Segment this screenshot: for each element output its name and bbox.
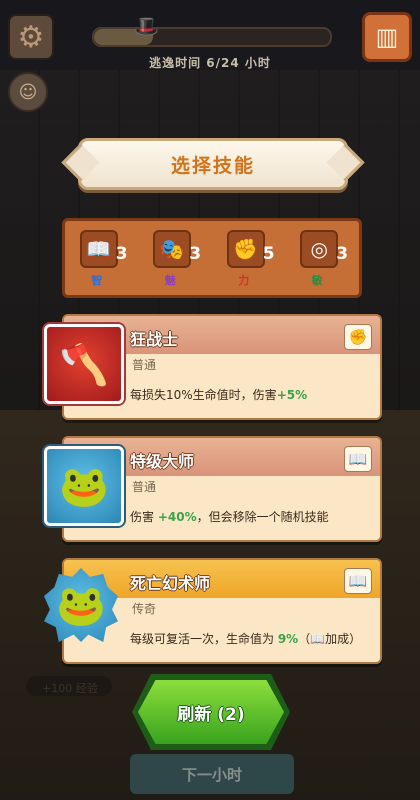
berserker-portrait-icon: 🪓 <box>44 324 124 404</box>
skill-description: 每级可复活一次，生命值为 9%（📖加成） <box>130 630 361 647</box>
gear-icon: ⚙ <box>17 19 45 55</box>
grandmaster-portrait-icon: 🐸 <box>44 446 124 526</box>
page-title: 选择技能 <box>170 154 255 177</box>
fist-icon: ✊ <box>226 230 265 268</box>
stat-value: 3 <box>115 244 128 264</box>
stat-book: 📖 3 智 <box>72 226 132 290</box>
skill-card-necromancer[interactable]: 🐸 死亡幻术师 📖 传奇 每级可复活一次，生命值为 9%（📖加成） <box>44 558 382 664</box>
title-banner: 选择技能 <box>78 138 348 190</box>
chest-icon: ▥ <box>375 23 399 51</box>
skill-name: 特级大师 <box>130 452 195 471</box>
desc-suffix: ，但会移除一个随机技能 <box>196 510 329 524</box>
character-avatar[interactable]: ☺ <box>8 72 48 112</box>
fist-icon: ✊ <box>344 324 372 350</box>
book-icon: 📖 <box>79 230 118 268</box>
skill-name: 狂战士 <box>130 330 179 349</box>
book-icon: 📖 <box>344 568 372 594</box>
skill-name: 死亡幻术师 <box>130 574 211 593</box>
top-hat-icon: 🎩 <box>134 14 159 38</box>
stat-value: 3 <box>336 244 349 264</box>
mask-icon: 🎭 <box>153 230 192 268</box>
refresh-button[interactable]: 刷新 (2) <box>138 680 284 744</box>
stat-label: 力 <box>238 274 250 287</box>
stat-label: 智 <box>91 274 103 287</box>
stat-mask: 🎭 3 魅 <box>145 226 205 290</box>
skill-description: 伤害 +40%，但会移除一个随机技能 <box>130 508 329 525</box>
book-icon: 📖 <box>344 446 372 472</box>
stat-target: ◎ 3 敏 <box>292 226 352 290</box>
desc-highlight: +40% <box>157 510 197 524</box>
target-icon: ◎ <box>300 230 339 268</box>
escape-progress-bar <box>92 27 332 47</box>
stat-label: 敏 <box>311 274 323 287</box>
escape-timer-text: 逃逸时间 6/24 小时 <box>149 56 271 70</box>
desc-text: 伤害 <box>130 510 158 524</box>
desc-highlight: 9% <box>277 632 299 646</box>
desc-suffix: （📖加成） <box>298 632 362 646</box>
skill-card-berserker[interactable]: 🪓 狂战士 ✊ 普通 每损失10%生命值时，伤害+5% <box>44 314 382 420</box>
desc-highlight: +5% <box>276 388 308 402</box>
stats-panel: 📖 3 智 🎭 3 魅 ✊ 5 力 ◎ 3 敏 <box>62 218 362 298</box>
skill-card-grandmaster[interactable]: 🐸 特级大师 📖 普通 伤害 +40%，但会移除一个随机技能 <box>44 436 382 542</box>
stat-value: 5 <box>262 244 275 264</box>
stat-fist: ✊ 5 力 <box>219 226 279 290</box>
next-hour-button[interactable]: 下一小时 <box>130 754 294 794</box>
refresh-label: 刷新 (2) <box>177 704 245 725</box>
skill-description: 每损失10%生命值时，伤害+5% <box>130 386 307 403</box>
skill-rarity: 普通 <box>132 480 157 494</box>
desc-text: 每损失10%生命值时，伤害 <box>130 388 277 402</box>
stat-label: 魅 <box>164 274 176 287</box>
skill-rarity: 传奇 <box>132 602 157 616</box>
skill-rarity: 普通 <box>132 358 157 372</box>
face-icon: ☺ <box>18 81 38 103</box>
stat-value: 3 <box>189 244 202 264</box>
inventory-chest-button[interactable]: ▥ <box>362 12 412 62</box>
desc-text: 每级可复活一次，生命值为 <box>130 632 278 646</box>
